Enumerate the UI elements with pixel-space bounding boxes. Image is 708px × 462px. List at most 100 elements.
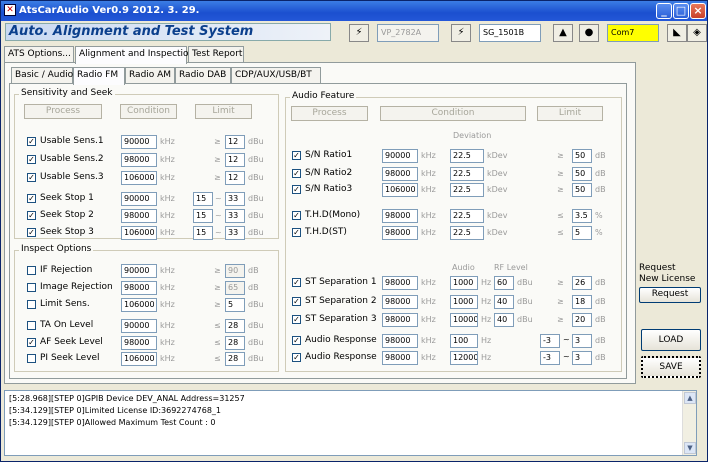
frequency-input[interactable]: 98000 xyxy=(382,334,418,348)
audio-process-button[interactable]: Process xyxy=(291,106,368,121)
frequency-input[interactable]: 106000 xyxy=(121,352,157,366)
scroll-down-icon[interactable]: ▼ xyxy=(684,442,696,454)
high-limit-input[interactable]: 3 xyxy=(572,334,592,348)
low-limit-input[interactable]: 15 xyxy=(193,209,213,223)
row-checkbox[interactable]: ✓ xyxy=(27,228,36,237)
frequency-input[interactable]: 90000 xyxy=(382,149,418,163)
frequency-input[interactable]: 90000 xyxy=(121,264,157,278)
deviation-input[interactable]: 22.5 xyxy=(450,209,484,223)
frequency-input[interactable]: 98000 xyxy=(382,209,418,223)
limit-input[interactable]: 26 xyxy=(572,276,592,290)
limit-input[interactable]: 50 xyxy=(572,183,592,197)
high-limit-input[interactable]: 33 xyxy=(225,209,245,223)
row-checkbox[interactable]: ✓ xyxy=(292,151,301,160)
save-button[interactable]: SAVE xyxy=(641,356,701,378)
sens-limit-button[interactable]: Limit xyxy=(195,104,252,119)
limit-input[interactable]: 18 xyxy=(572,295,592,309)
row-checkbox[interactable]: ✓ xyxy=(292,228,301,237)
limit-input[interactable]: 12 xyxy=(225,171,245,185)
frequency-input[interactable]: 106000 xyxy=(121,171,157,185)
sub-tab[interactable]: Radio DAB xyxy=(175,67,231,83)
high-limit-input[interactable]: 33 xyxy=(225,226,245,240)
sub-tab[interactable]: Basic / Audio xyxy=(11,67,73,83)
high-limit-input[interactable]: 3 xyxy=(572,351,592,365)
scroll-up-icon[interactable]: ▲ xyxy=(684,392,696,404)
load-button[interactable]: LOAD xyxy=(641,329,701,351)
sub-tab[interactable]: CDP/AUX/USB/BT xyxy=(231,67,321,83)
limit-input[interactable]: 50 xyxy=(572,149,592,163)
row-checkbox[interactable]: ✓ xyxy=(292,336,301,345)
audio-freq-input[interactable]: 12000 xyxy=(450,351,478,365)
maximize-button[interactable]: □ xyxy=(673,3,689,19)
audio-freq-input[interactable]: 100 xyxy=(450,334,478,348)
audio-freq-input[interactable]: 10000 xyxy=(450,313,478,327)
row-checkbox[interactable]: ✓ xyxy=(27,194,36,203)
row-checkbox[interactable]: ✓ xyxy=(292,278,301,287)
row-checkbox[interactable]: ✓ xyxy=(292,315,301,324)
connect-icon[interactable]: ◣ xyxy=(667,24,687,42)
deviation-input[interactable]: 22.5 xyxy=(450,149,484,163)
row-checkbox[interactable]: ✓ xyxy=(292,169,301,178)
limit-input[interactable]: 3.5 xyxy=(572,209,592,223)
rf-level-input[interactable]: 60 xyxy=(494,276,514,290)
frequency-input[interactable]: 98000 xyxy=(121,281,157,295)
row-checkbox[interactable]: ✓ xyxy=(27,137,36,146)
low-limit-input[interactable]: 15 xyxy=(193,226,213,240)
request-button[interactable]: Request xyxy=(639,287,701,303)
low-limit-input[interactable]: -3 xyxy=(540,351,560,365)
limit-input[interactable]: 28 xyxy=(225,319,245,333)
audio-freq-input[interactable]: 1000 xyxy=(450,276,478,290)
frequency-input[interactable]: 106000 xyxy=(121,298,157,312)
log-scrollbar[interactable]: ▲ ▼ xyxy=(682,391,696,455)
frequency-input[interactable]: 98000 xyxy=(382,167,418,181)
device2-select[interactable]: SG_1501B xyxy=(479,24,541,42)
close-button[interactable]: × xyxy=(690,3,706,19)
limit-input[interactable]: 12 xyxy=(225,135,245,149)
row-checkbox[interactable]: ✓ xyxy=(27,173,36,182)
record-icon[interactable]: ● xyxy=(579,24,599,42)
row-checkbox[interactable]: ✓ xyxy=(27,338,36,347)
main-tab[interactable]: Test Report xyxy=(188,46,244,62)
minimize-button[interactable]: _ xyxy=(656,3,672,19)
frequency-input[interactable]: 106000 xyxy=(121,226,157,240)
frequency-input[interactable]: 98000 xyxy=(382,295,418,309)
sub-tab[interactable]: Radio AM xyxy=(125,67,175,83)
row-checkbox[interactable]: ✓ xyxy=(292,353,301,362)
rf-level-input[interactable]: 40 xyxy=(494,295,514,309)
row-checkbox[interactable] xyxy=(27,354,36,363)
frequency-input[interactable]: 106000 xyxy=(382,183,418,197)
signal-icon[interactable]: ⚡ xyxy=(451,24,471,42)
audio-freq-input[interactable]: 1000 xyxy=(450,295,478,309)
sens-process-button[interactable]: Process xyxy=(24,104,102,119)
row-checkbox[interactable]: ✓ xyxy=(292,185,301,194)
limit-input[interactable]: 12 xyxy=(225,153,245,167)
deviation-input[interactable]: 22.5 xyxy=(450,183,484,197)
frequency-input[interactable]: 90000 xyxy=(121,135,157,149)
limit-input[interactable]: 28 xyxy=(225,352,245,366)
frequency-input[interactable]: 98000 xyxy=(121,209,157,223)
low-limit-input[interactable]: 15 xyxy=(193,192,213,206)
rf-level-input[interactable]: 40 xyxy=(494,313,514,327)
limit-input[interactable]: 5 xyxy=(572,226,592,240)
high-limit-input[interactable]: 33 xyxy=(225,192,245,206)
row-checkbox[interactable]: ✓ xyxy=(27,155,36,164)
sens-condition-button[interactable]: Condition xyxy=(120,104,177,119)
row-checkbox[interactable] xyxy=(27,300,36,309)
frequency-input[interactable]: 98000 xyxy=(382,276,418,290)
frequency-input[interactable]: 90000 xyxy=(121,319,157,333)
limit-input[interactable]: 28 xyxy=(225,336,245,350)
deviation-input[interactable]: 22.5 xyxy=(450,167,484,181)
row-checkbox[interactable] xyxy=(27,321,36,330)
limit-input[interactable]: 20 xyxy=(572,313,592,327)
settings-icon[interactable]: ◈ xyxy=(687,24,707,42)
row-checkbox[interactable]: ✓ xyxy=(292,297,301,306)
low-limit-input[interactable]: -3 xyxy=(540,334,560,348)
limit-input[interactable]: 5 xyxy=(225,298,245,312)
deviation-input[interactable]: 22.5 xyxy=(450,226,484,240)
row-checkbox[interactable]: ✓ xyxy=(27,211,36,220)
frequency-input[interactable]: 98000 xyxy=(382,226,418,240)
row-checkbox[interactable]: ✓ xyxy=(292,211,301,220)
sub-tab[interactable]: Radio FM xyxy=(73,67,125,85)
frequency-input[interactable]: 98000 xyxy=(382,313,418,327)
generator-icon[interactable]: ⚡ xyxy=(349,24,369,42)
